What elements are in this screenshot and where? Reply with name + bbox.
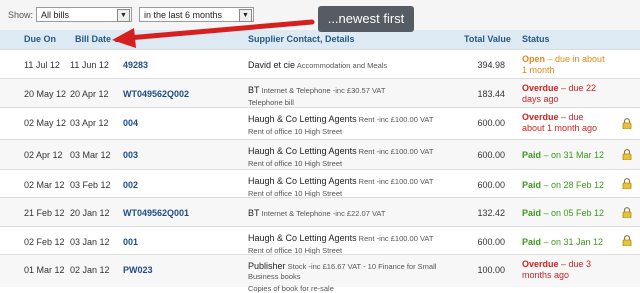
supplier-note: Copies of book for re-sale [248, 284, 334, 293]
newest-first-callout: ...newest first [318, 6, 414, 32]
annotation-arrow [112, 19, 315, 48]
